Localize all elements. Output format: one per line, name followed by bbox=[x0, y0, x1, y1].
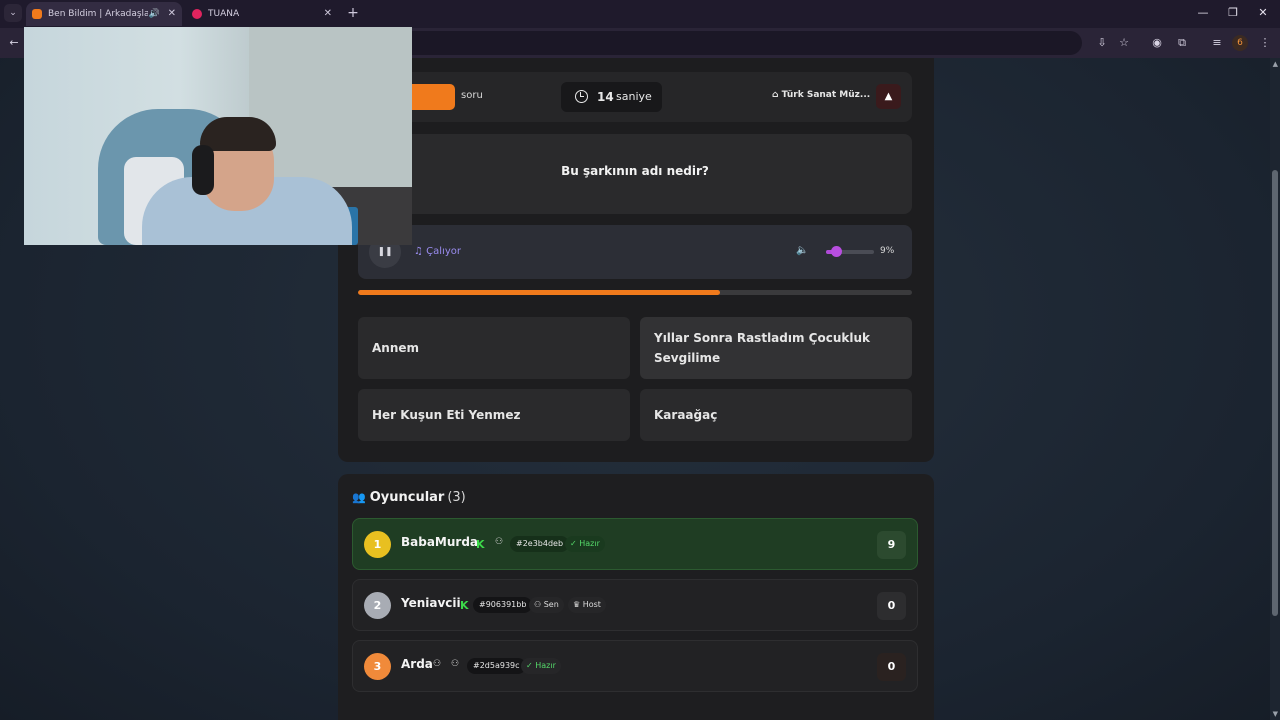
volume-slider[interactable] bbox=[826, 246, 874, 257]
tab-ben-bildim[interactable]: Ben Bildim | Arkadaşlarınla Oyna 🔊 ✕ bbox=[26, 2, 182, 26]
kick-user-icon[interactable]: ⚇ bbox=[495, 537, 503, 547]
answer-option-1[interactable]: Annem bbox=[358, 317, 630, 379]
playing-status-text: Çalıyor bbox=[426, 246, 461, 257]
you-badge: ⚇ Sen bbox=[529, 597, 564, 613]
speaker-icon[interactable]: 🔊 bbox=[149, 2, 160, 26]
player-row: 3 Arda ⚇ ⚇ #2d5a939c ✓ Hazır 0 bbox=[352, 640, 918, 692]
timer-unit: saniye bbox=[616, 90, 652, 103]
player-row: 2 Yeniavcii K #906391bb ⚇ Sen ♛ Host 0 bbox=[352, 579, 918, 631]
ready-badge-text: Hazır bbox=[535, 661, 556, 670]
players-count: (3) bbox=[447, 490, 466, 505]
ready-badge: ✓ Hazır bbox=[565, 536, 605, 552]
question-count-label: soru bbox=[461, 90, 483, 101]
media-control-icon[interactable]: ≡ bbox=[1208, 34, 1226, 52]
audio-player: ❚❚ ♫ Çalıyor 🔈 9% bbox=[358, 225, 912, 279]
ready-badge: ✓ Hazır bbox=[521, 658, 561, 674]
tag-icon: ⌂ bbox=[772, 90, 779, 100]
music-note-icon: ♫ bbox=[414, 246, 423, 257]
incognito-icon[interactable]: ◉ bbox=[1148, 34, 1166, 52]
favicon-icon bbox=[192, 9, 202, 19]
players-panel: 👥 Oyuncular (3) 1 BabaMurda K ⚇ #2e3b4deb … bbox=[338, 474, 934, 720]
kebab-menu-icon[interactable]: ⋮ bbox=[1256, 34, 1274, 52]
answer-text: Her Kuşun Eti Yenmez bbox=[372, 408, 521, 422]
timer-value: 14 bbox=[597, 90, 614, 104]
player-name: Arda bbox=[401, 657, 433, 671]
host-badge: ♛ Host bbox=[568, 597, 606, 613]
answer-text: Yıllar Sonra Rastladım Çocukluk Sevgilim… bbox=[654, 331, 870, 365]
back-arrow-icon[interactable]: ← bbox=[5, 34, 23, 52]
favicon-icon bbox=[32, 9, 42, 19]
scroll-down-icon[interactable]: ▼ bbox=[1273, 710, 1278, 718]
scrollbar[interactable]: ▲ ▼ bbox=[1270, 58, 1280, 720]
category-label: ⌂ Türk Sanat Müz... bbox=[772, 90, 870, 100]
player-score: 0 bbox=[877, 653, 906, 681]
kick-icon: K bbox=[460, 599, 469, 612]
game-card: soru 14 saniye ⌂ Türk Sanat Müz... ▲ Bu … bbox=[338, 58, 934, 462]
tab-title: TUANA bbox=[208, 9, 240, 19]
check-circle-icon: ✓ bbox=[570, 539, 577, 548]
rank-badge: 1 bbox=[364, 531, 391, 558]
check-circle-icon: ✓ bbox=[526, 661, 533, 670]
player-id: #2d5a939c bbox=[467, 658, 526, 674]
question-text: Bu şarkının adı nedir? bbox=[561, 164, 709, 178]
profile-badge[interactable]: 6 bbox=[1232, 35, 1248, 51]
question-info-bar: soru 14 saniye ⌂ Türk Sanat Müz... ▲ bbox=[358, 72, 912, 122]
player-id: #906391bb bbox=[473, 597, 533, 613]
player-score: 9 bbox=[877, 531, 906, 559]
player-score: 0 bbox=[877, 592, 906, 620]
crown-icon: ♛ bbox=[573, 600, 581, 609]
users-icon: 👥 bbox=[352, 491, 366, 504]
close-icon[interactable]: ✕ bbox=[324, 2, 332, 26]
rank-badge: 2 bbox=[364, 592, 391, 619]
close-window-icon[interactable]: ✕ bbox=[1252, 4, 1274, 22]
webcam-person-hair bbox=[200, 117, 276, 151]
kick-user-icon[interactable]: ⚇ bbox=[451, 659, 459, 669]
song-progress-bar bbox=[358, 290, 912, 295]
user-icon: ⚇ bbox=[534, 600, 542, 609]
answer-option-3[interactable]: Her Kuşun Eti Yenmez bbox=[358, 389, 630, 441]
tab-title: Ben Bildim | Arkadaşlarınla Oyna bbox=[48, 9, 148, 19]
chevron-down-icon[interactable]: ⌄ bbox=[4, 4, 22, 22]
rank-badge: 3 bbox=[364, 653, 391, 680]
answer-text: Annem bbox=[372, 341, 420, 355]
players-title: 👥 Oyuncular (3) bbox=[352, 490, 466, 505]
question-box: Bu şarkının adı nedir? bbox=[358, 134, 912, 214]
answer-text: Karaağaç bbox=[654, 408, 718, 422]
webcam-headphones bbox=[192, 145, 214, 195]
plus-icon[interactable]: + bbox=[344, 4, 362, 22]
scrollbar-thumb[interactable] bbox=[1272, 170, 1278, 616]
you-badge-text: Sen bbox=[543, 600, 559, 609]
warning-icon[interactable]: ▲ bbox=[876, 84, 901, 109]
volume-icon[interactable]: 🔈 bbox=[796, 245, 808, 256]
star-icon[interactable]: ☆ bbox=[1115, 34, 1133, 52]
player-name: Yeniavcii bbox=[401, 596, 461, 610]
close-icon[interactable]: ✕ bbox=[168, 2, 176, 26]
scroll-up-icon[interactable]: ▲ bbox=[1273, 60, 1278, 68]
player-row: 1 BabaMurda K ⚇ #2e3b4deb ✓ Hazır 9 bbox=[352, 518, 918, 570]
browser-tab-bar: ⌄ Ben Bildim | Arkadaşlarınla Oyna 🔊 ✕ T… bbox=[0, 0, 1280, 28]
restore-icon[interactable]: ❐ bbox=[1222, 4, 1244, 22]
player-name: BabaMurda bbox=[401, 535, 479, 549]
tab-tuana[interactable]: TUANA ✕ bbox=[186, 2, 338, 26]
webcam-overlay bbox=[24, 27, 412, 245]
volume-percent: 9% bbox=[880, 246, 895, 256]
timer: 14 saniye bbox=[561, 82, 662, 112]
host-badge-text: Host bbox=[582, 600, 601, 609]
user-icon: ⚇ bbox=[433, 659, 442, 669]
volume-slider-knob[interactable] bbox=[831, 246, 843, 257]
kick-icon: K bbox=[476, 538, 485, 551]
category-text: Türk Sanat Müz... bbox=[781, 90, 871, 100]
answer-option-2[interactable]: Yıllar Sonra Rastladım Çocukluk Sevgilim… bbox=[640, 317, 912, 379]
players-title-text: Oyuncular bbox=[369, 490, 445, 505]
install-icon[interactable]: ⇩ bbox=[1093, 34, 1111, 52]
playing-status: ♫ Çalıyor bbox=[414, 246, 461, 257]
puzzle-icon[interactable]: ⧉ bbox=[1173, 34, 1191, 52]
player-id: #2e3b4deb bbox=[510, 536, 570, 552]
answer-option-4[interactable]: Karaağaç bbox=[640, 389, 912, 441]
song-progress-fill bbox=[358, 290, 720, 295]
minimize-icon[interactable]: — bbox=[1192, 4, 1214, 22]
ready-badge-text: Hazır bbox=[579, 539, 600, 548]
clock-icon bbox=[575, 90, 588, 103]
